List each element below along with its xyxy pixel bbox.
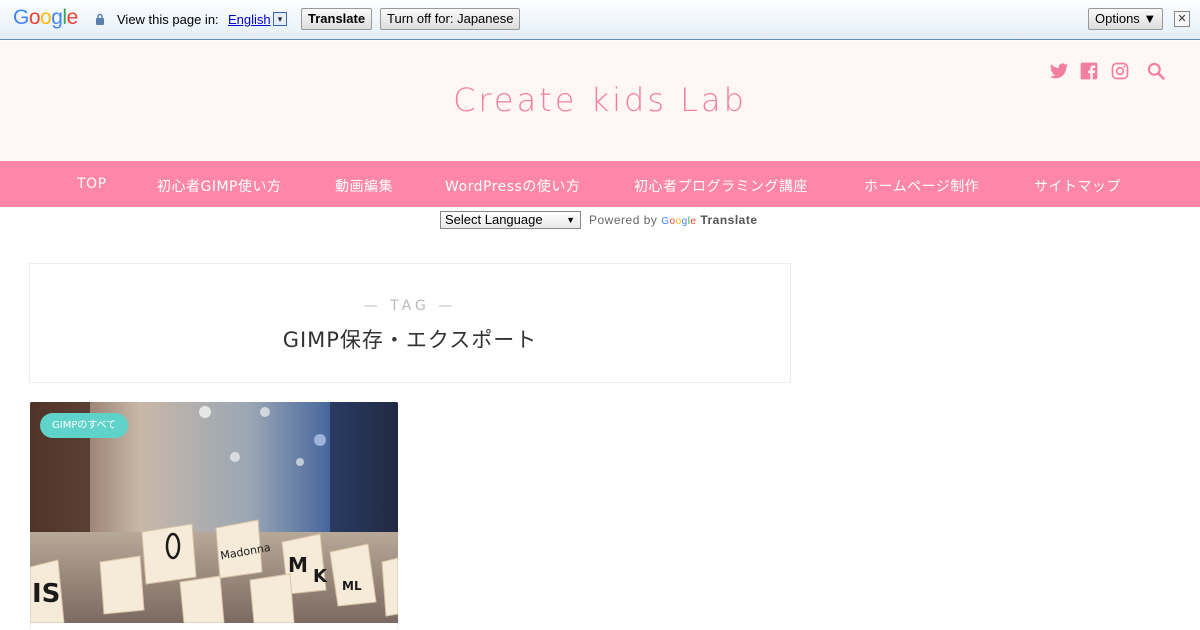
lock-icon — [96, 13, 104, 25]
options-button[interactable]: Options ▼ — [1088, 8, 1164, 30]
svg-text:M: M — [288, 553, 308, 577]
target-language-link[interactable]: English — [228, 12, 271, 27]
translate-link[interactable]: Translate — [700, 213, 757, 227]
card-body — [30, 623, 398, 630]
close-icon[interactable]: ✕ — [1174, 11, 1190, 27]
search-icon[interactable] — [1146, 61, 1166, 81]
turn-off-translation-button[interactable]: Turn off for: Japanese — [380, 8, 521, 30]
nav-item-video-editing[interactable]: 動画編集 — [335, 176, 393, 196]
site-title[interactable]: Create kids Lab — [0, 81, 1200, 119]
chevron-down-icon: ▼ — [566, 215, 575, 225]
nav-item-programming[interactable]: 初心者プログラミング講座 — [634, 176, 808, 196]
svg-text:IS: IS — [32, 579, 60, 609]
google-translate-bar: Google View this page in: English ▾ Tran… — [0, 0, 1200, 40]
language-select-value: Select Language — [445, 212, 543, 227]
main-navigation: TOP 初心者GIMP使い方 動画編集 WordPressの使い方 初心者プログ… — [0, 161, 1200, 207]
powered-by-google-translate: Powered by Google Translate — [589, 213, 758, 227]
site-header: Create kids Lab — [0, 41, 1200, 161]
tag-title: GIMP保存・エクスポート — [282, 328, 538, 352]
svg-text:K: K — [313, 566, 328, 587]
language-select[interactable]: Select Language ▼ — [440, 211, 581, 229]
svg-text:ML: ML — [342, 579, 362, 593]
language-dropdown-arrow-icon[interactable]: ▾ — [273, 12, 287, 26]
tag-archive-header: — TAG — GIMP保存・エクスポート — [29, 263, 791, 383]
google-small-logo[interactable]: Google — [661, 216, 696, 227]
twitter-icon[interactable] — [1049, 61, 1069, 81]
nav-item-homepage[interactable]: ホームページ制作 — [864, 176, 979, 196]
powered-by-label: Powered by — [589, 213, 658, 227]
post-card[interactable]: Madonna M K ML IS GIMPのすべて — [30, 402, 398, 630]
instagram-icon[interactable] — [1110, 61, 1130, 81]
nav-item-top[interactable]: TOP — [77, 176, 107, 192]
tag-label: — TAG — — [363, 298, 457, 314]
google-logo: Google — [13, 6, 78, 29]
nav-item-sitemap[interactable]: サイトマップ — [1034, 176, 1121, 196]
facebook-icon[interactable] — [1079, 61, 1099, 81]
view-page-label: View this page in: — [117, 12, 219, 27]
nav-item-wordpress[interactable]: WordPressの使い方 — [445, 176, 580, 196]
translate-button[interactable]: Translate — [301, 8, 373, 30]
category-badge[interactable]: GIMPのすべて — [40, 413, 129, 438]
nav-item-gimp[interactable]: 初心者GIMP使い方 — [157, 176, 282, 196]
